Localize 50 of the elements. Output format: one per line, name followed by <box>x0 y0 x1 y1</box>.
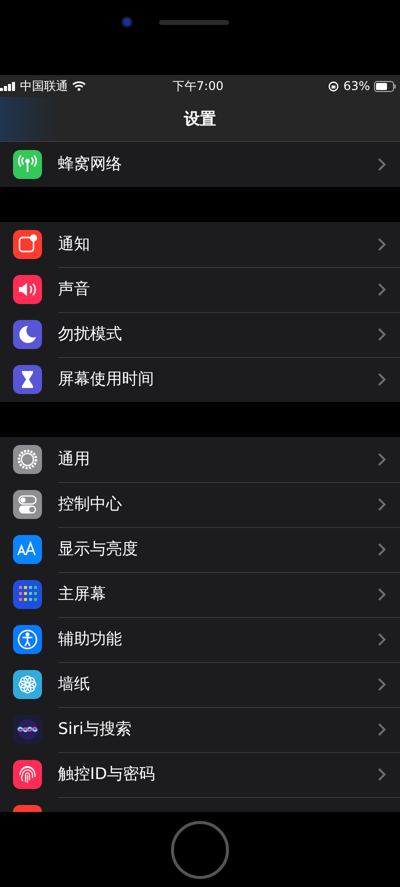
settings-row[interactable]: 通用 <box>0 437 400 482</box>
settings-row[interactable]: 屏幕使用时间 <box>0 357 400 402</box>
row-label: 通用 <box>58 449 91 470</box>
row-label: 声音 <box>58 279 91 300</box>
settings-row[interactable]: 通知 <box>0 222 400 267</box>
settings-row[interactable]: 勿扰模式 <box>0 312 400 357</box>
chevron-icon <box>378 238 386 251</box>
row-label: 控制中心 <box>58 494 123 515</box>
chevron-icon <box>378 588 386 601</box>
settings-row[interactable]: 主屏幕 <box>0 572 400 617</box>
settings-row[interactable]: 辅助功能 <box>0 617 400 662</box>
settings-row[interactable]: 蜂窝网络 <box>0 142 400 187</box>
earpiece-speaker <box>159 20 229 25</box>
chevron-icon <box>378 158 386 171</box>
chevron-icon <box>378 633 386 646</box>
chevron-icon <box>378 328 386 341</box>
row-label: 蜂窝网络 <box>58 154 123 175</box>
chevron-icon <box>378 678 386 691</box>
row-label: 辅助功能 <box>58 629 123 650</box>
settings-row[interactable]: 墙纸 <box>0 662 400 707</box>
camera-lens <box>121 16 133 28</box>
signal-icon <box>0 82 16 90</box>
chevron-icon <box>378 453 386 466</box>
row-label: 主屏幕 <box>58 584 107 605</box>
settings-row[interactable]: 触控ID与密码 <box>0 752 400 797</box>
row-label: Siri与搜索 <box>58 719 133 740</box>
settings-row[interactable]: 声音 <box>0 267 400 312</box>
home-button[interactable] <box>171 820 229 878</box>
row-label: 触控ID与密码 <box>58 764 156 785</box>
chevron-icon <box>378 543 386 556</box>
carrier-name: 中国联通 <box>20 78 68 94</box>
row-label: 通知 <box>58 234 91 255</box>
status-time: 下午7:00 <box>172 78 224 94</box>
chevron-icon <box>378 373 386 386</box>
row-label: 勿扰模式 <box>58 324 123 345</box>
chevron-icon <box>378 768 386 781</box>
wifi-icon <box>72 81 86 91</box>
settings-row[interactable]: 显示与亮度 <box>0 527 400 572</box>
row-label: 墙纸 <box>58 674 91 695</box>
settings-row[interactable]: Siri与搜索 <box>0 707 400 752</box>
row-label: 显示与亮度 <box>58 539 139 560</box>
chevron-icon <box>378 498 386 511</box>
settings-row[interactable]: 控制中心 <box>0 482 400 527</box>
battery-percent: 63% <box>343 79 370 93</box>
row-label: 屏幕使用时间 <box>58 369 155 390</box>
rotation-lock-icon <box>328 80 340 92</box>
page-title: 设置 <box>184 108 216 130</box>
chevron-icon <box>378 723 386 736</box>
chevron-icon <box>378 283 386 296</box>
battery-icon <box>374 80 396 92</box>
